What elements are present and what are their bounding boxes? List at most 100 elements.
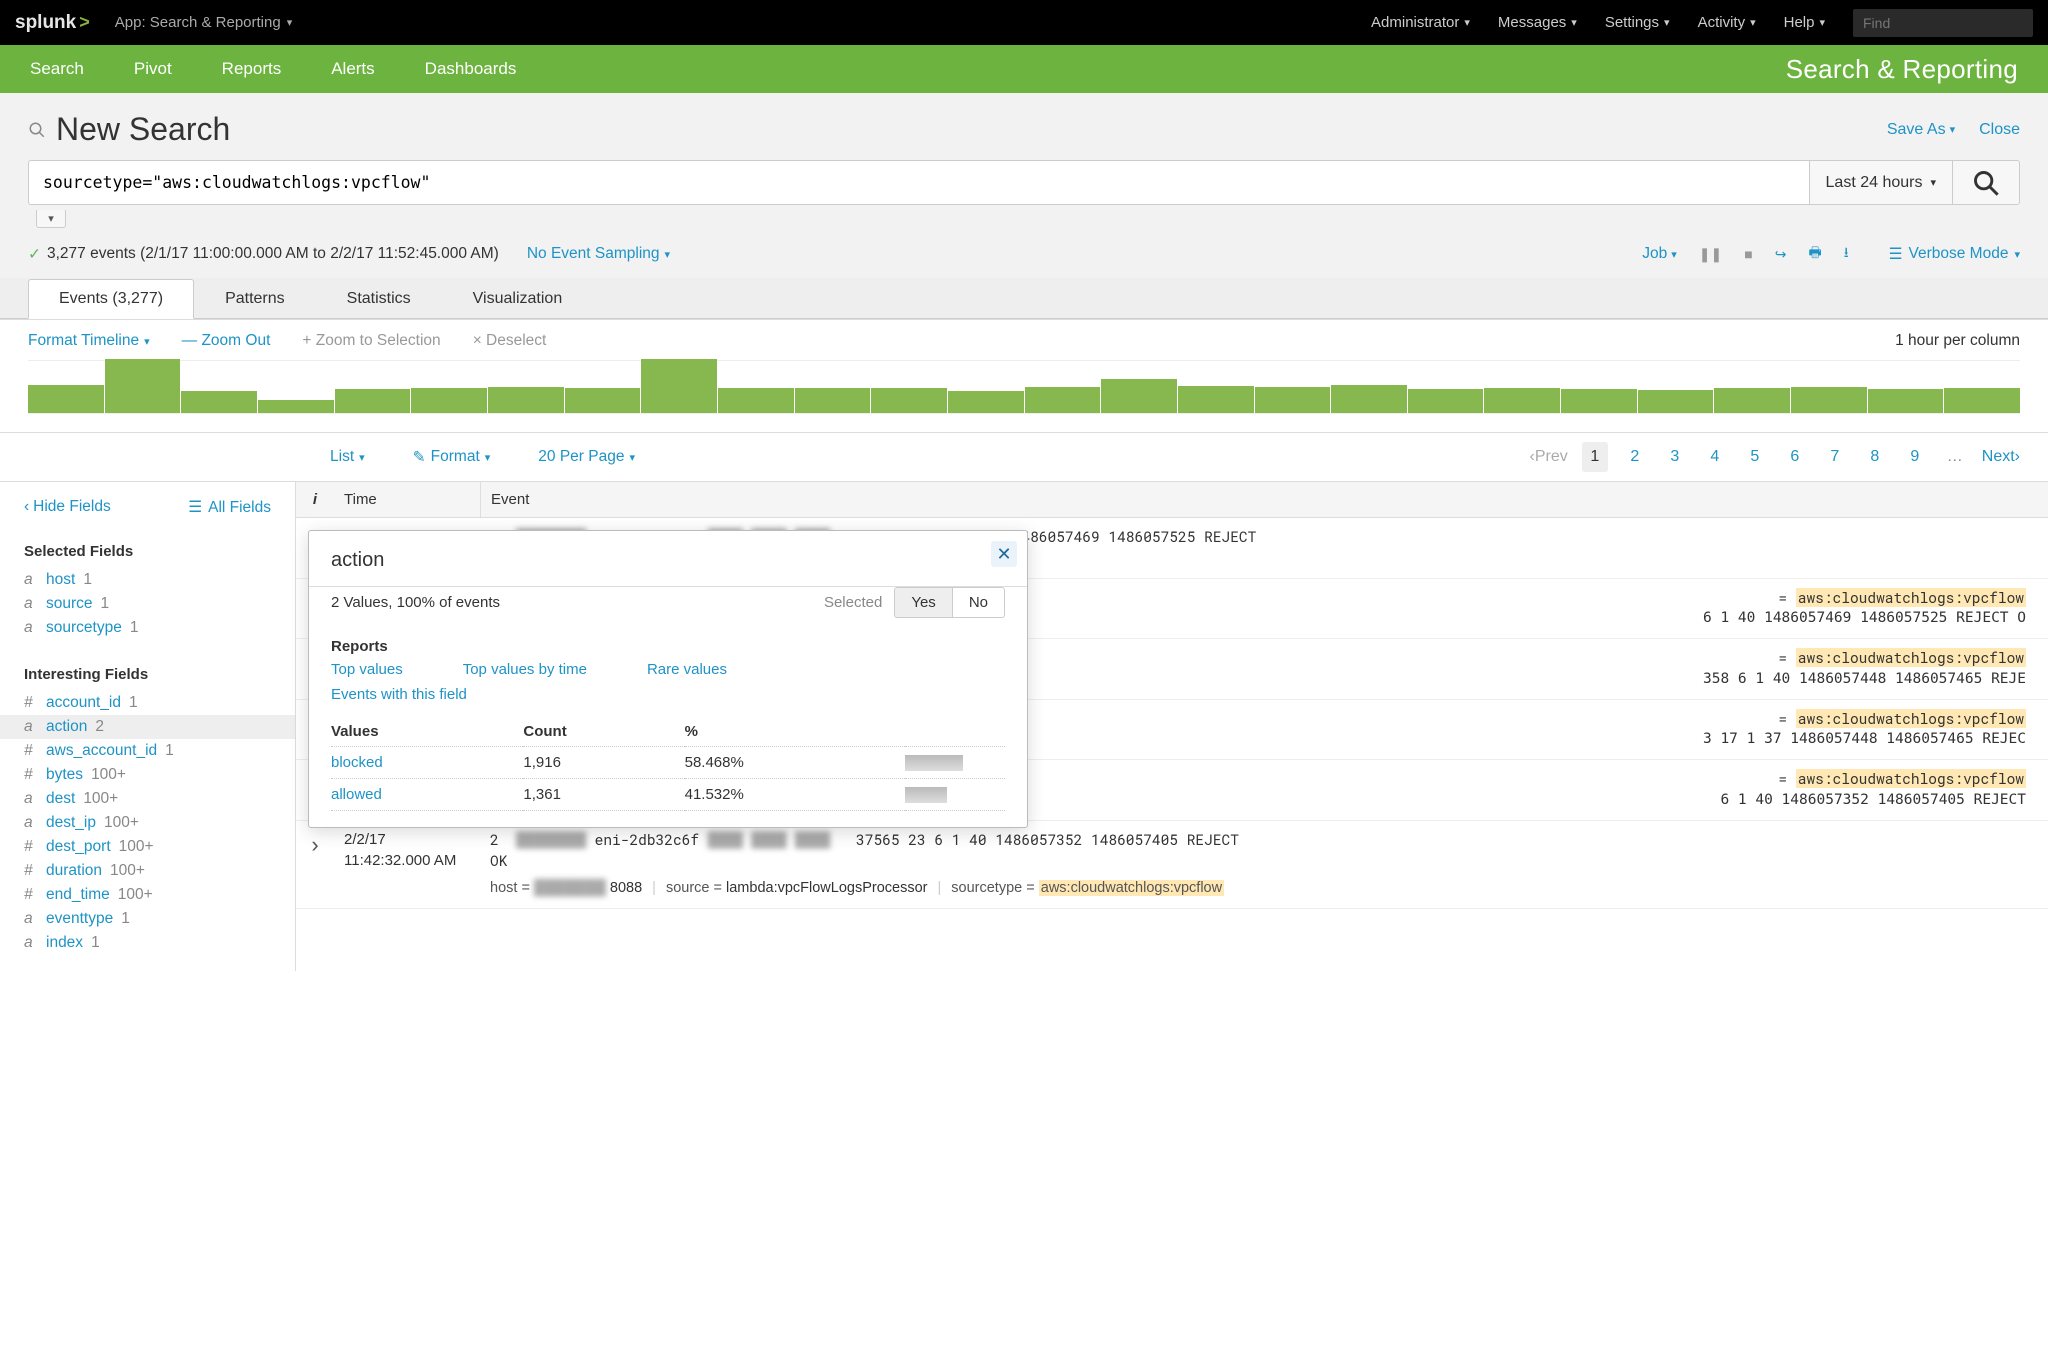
timeline-bar[interactable] bbox=[335, 389, 411, 413]
timeline-bar[interactable] bbox=[1944, 388, 2020, 413]
prev-page[interactable]: ‹ Prev bbox=[1530, 442, 1568, 472]
find-input[interactable] bbox=[1853, 9, 2033, 37]
save-as-dropdown[interactable]: Save As ▾ bbox=[1887, 121, 1955, 139]
timeline-bar[interactable] bbox=[641, 359, 717, 413]
field-end_time[interactable]: #end_time100+ bbox=[24, 883, 271, 907]
per-page-dropdown[interactable]: 20 Per Page ▾ bbox=[538, 448, 635, 466]
field-aws_account_id[interactable]: #aws_account_id1 bbox=[24, 739, 271, 763]
timeline-bar[interactable] bbox=[718, 388, 794, 413]
page-3[interactable]: 3 bbox=[1662, 442, 1688, 472]
selected-yes[interactable]: Yes bbox=[895, 588, 952, 617]
zoom-out-button[interactable]: — Zoom Out bbox=[182, 332, 271, 350]
format-dropdown[interactable]: ✎Format ▾ bbox=[413, 448, 491, 467]
search-assistant-toggle[interactable]: ▾ bbox=[36, 210, 66, 228]
export-icon[interactable]: ⭳ bbox=[1844, 242, 1849, 266]
logo[interactable]: splunk> bbox=[15, 12, 90, 34]
field-dest_port[interactable]: #dest_port100+ bbox=[24, 835, 271, 859]
tab-events[interactable]: Events (3,277) bbox=[28, 279, 194, 319]
tab-patterns[interactable]: Patterns bbox=[194, 279, 316, 319]
timeline-bar[interactable] bbox=[105, 359, 181, 413]
nav-dashboards[interactable]: Dashboards bbox=[425, 59, 517, 79]
field-eventtype[interactable]: aeventtype1 bbox=[24, 907, 271, 931]
event-raw[interactable]: 2 ████████ eni-2db32c6f ████ ████ ████ 3… bbox=[480, 829, 2048, 900]
field-sourcetype[interactable]: asourcetype1 bbox=[24, 616, 271, 640]
page-7[interactable]: 7 bbox=[1822, 442, 1848, 472]
close-popup-button[interactable]: ✕ bbox=[991, 541, 1017, 567]
menu-settings[interactable]: Settings▾ bbox=[1605, 14, 1670, 31]
timeline-bar[interactable] bbox=[1408, 389, 1484, 413]
list-dropdown[interactable]: List ▾ bbox=[330, 448, 365, 466]
nav-reports[interactable]: Reports bbox=[222, 59, 282, 79]
page-9[interactable]: 9 bbox=[1902, 442, 1928, 472]
search-mode-dropdown[interactable]: ☰Verbose Mode ▾ bbox=[1889, 245, 2020, 264]
page-1[interactable]: 1 bbox=[1582, 442, 1608, 472]
timeline-bar[interactable] bbox=[1484, 388, 1560, 413]
timeline-bar[interactable] bbox=[258, 400, 334, 413]
page-8[interactable]: 8 bbox=[1862, 442, 1888, 472]
all-fields-button[interactable]: ☰ All Fields bbox=[188, 498, 271, 517]
timeline-bar[interactable] bbox=[181, 391, 257, 413]
value-link[interactable]: blocked bbox=[331, 754, 383, 771]
field-account_id[interactable]: #account_id1 bbox=[24, 691, 271, 715]
menu-administrator[interactable]: Administrator▾ bbox=[1371, 14, 1470, 31]
field-duration[interactable]: #duration100+ bbox=[24, 859, 271, 883]
print-icon[interactable]: 🖶 bbox=[1808, 242, 1821, 266]
format-timeline-dropdown[interactable]: Format Timeline ▾ bbox=[28, 332, 150, 350]
value-row[interactable]: blocked1,91658.468% bbox=[331, 747, 1005, 779]
timeline-bar[interactable] bbox=[1331, 385, 1407, 413]
timeline-bar[interactable] bbox=[1101, 379, 1177, 413]
timeline-bar[interactable] bbox=[1255, 387, 1331, 413]
share-icon[interactable]: ↪ bbox=[1775, 246, 1787, 263]
value-link[interactable]: allowed bbox=[331, 786, 382, 803]
timeline-bar[interactable] bbox=[1025, 387, 1101, 413]
link-top-values[interactable]: Top values bbox=[331, 661, 403, 678]
event-sampling-dropdown[interactable]: No Event Sampling ▾ bbox=[527, 245, 670, 263]
nav-pivot[interactable]: Pivot bbox=[134, 59, 172, 79]
timeline-bar[interactable] bbox=[28, 385, 104, 413]
time-range-picker[interactable]: Last 24 hours▾ bbox=[1809, 160, 1952, 205]
timeline-bar[interactable] bbox=[565, 388, 641, 413]
timeline-bar[interactable] bbox=[411, 388, 487, 413]
selected-toggle[interactable]: Yes No bbox=[894, 587, 1005, 618]
menu-activity[interactable]: Activity▾ bbox=[1698, 14, 1756, 31]
page-4[interactable]: 4 bbox=[1702, 442, 1728, 472]
pause-icon[interactable]: ❚❚ bbox=[1699, 246, 1722, 263]
field-source[interactable]: asource1 bbox=[24, 592, 271, 616]
field-dest_ip[interactable]: adest_ip100+ bbox=[24, 811, 271, 835]
job-dropdown[interactable]: Job ▾ bbox=[1642, 245, 1677, 263]
timeline-bar[interactable] bbox=[1714, 388, 1790, 413]
timeline-bar[interactable] bbox=[1868, 389, 1944, 413]
timeline-bar[interactable] bbox=[1561, 389, 1637, 413]
timeline-bar[interactable] bbox=[488, 387, 564, 413]
timeline-bar[interactable] bbox=[1638, 390, 1714, 413]
timeline-bar[interactable] bbox=[1178, 386, 1254, 413]
page-6[interactable]: 6 bbox=[1782, 442, 1808, 472]
field-action[interactable]: aaction2 bbox=[0, 715, 295, 739]
expand-event-toggle[interactable] bbox=[296, 829, 334, 900]
timeline-bar[interactable] bbox=[871, 388, 947, 413]
nav-search[interactable]: Search bbox=[30, 59, 84, 79]
tab-visualization[interactable]: Visualization bbox=[442, 279, 594, 319]
link-rare-values[interactable]: Rare values bbox=[647, 661, 727, 678]
link-top-values-by-time[interactable]: Top values by time bbox=[463, 661, 587, 678]
search-input[interactable] bbox=[28, 160, 1809, 205]
hide-fields-button[interactable]: ‹ Hide Fields bbox=[24, 498, 111, 516]
next-page[interactable]: Next › bbox=[1982, 442, 2020, 472]
timeline-bar[interactable] bbox=[1791, 387, 1867, 413]
link-events-with-field[interactable]: Events with this field bbox=[331, 686, 467, 703]
col-time[interactable]: Time bbox=[334, 482, 480, 517]
timeline-bars[interactable] bbox=[28, 360, 2020, 414]
timeline-bar[interactable] bbox=[948, 391, 1024, 413]
field-index[interactable]: aindex1 bbox=[24, 931, 271, 955]
app-dropdown[interactable]: App: Search & Reporting▾ bbox=[115, 14, 292, 31]
menu-messages[interactable]: Messages▾ bbox=[1498, 14, 1577, 31]
selected-no[interactable]: No bbox=[953, 588, 1004, 617]
value-row[interactable]: allowed1,36141.532% bbox=[331, 779, 1005, 811]
timeline-bar[interactable] bbox=[795, 388, 871, 413]
field-host[interactable]: ahost1 bbox=[24, 568, 271, 592]
search-button[interactable] bbox=[1952, 160, 2020, 205]
page-2[interactable]: 2 bbox=[1622, 442, 1648, 472]
page-5[interactable]: 5 bbox=[1742, 442, 1768, 472]
nav-alerts[interactable]: Alerts bbox=[331, 59, 374, 79]
menu-help[interactable]: Help▾ bbox=[1784, 14, 1825, 31]
